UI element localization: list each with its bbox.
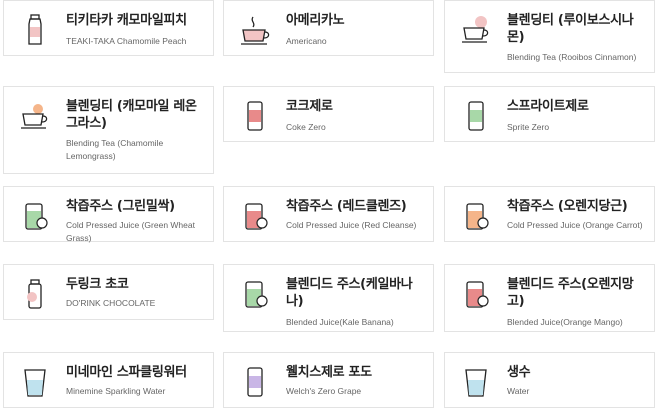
juice-jar-icon bbox=[18, 199, 52, 233]
item-name: 블렌디드 주스(케일바나나) bbox=[286, 277, 413, 309]
tea-cup-icon bbox=[18, 99, 52, 133]
menu-item-card[interactable]: 미네마인 스파클링워터 Minemine Sparkling Water bbox=[3, 352, 214, 408]
menu-item-card[interactable]: 두링크 초코 DO'RINK CHOCOLATE bbox=[3, 264, 214, 320]
item-name: 웰치스제로 포도 bbox=[286, 365, 372, 380]
tea-cup-icon bbox=[459, 13, 493, 47]
coffee-cup-icon bbox=[238, 13, 272, 47]
item-name: 블렌딩티 (루이보스시나몬) bbox=[507, 13, 634, 45]
item-name: 착즙주스 (그린밀싹) bbox=[66, 199, 175, 214]
menu-item-card[interactable]: 블렌딩티 (캐모마일 레온그라스) Blending Tea (Chamomil… bbox=[3, 86, 214, 174]
menu-item-card[interactable]: 착즙주스 (레드클렌즈) Cold Pressed Juice (Red Cle… bbox=[223, 186, 434, 242]
item-subtitle: Coke Zero bbox=[286, 122, 326, 132]
item-name: 코크제로 bbox=[286, 99, 333, 114]
item-name: 블렌딩티 (캐모마일 레온그라스) bbox=[66, 99, 197, 131]
item-subtitle: Blended Juice(Orange Mango) bbox=[507, 317, 623, 327]
menu-item-card[interactable]: 아메리카노 Americano bbox=[223, 0, 434, 56]
item-name: 스프라이트제로 bbox=[507, 99, 589, 114]
menu-item-card[interactable]: 티키타카 캐모마일피치 TEAKI-TAKA Chamomile Peach bbox=[3, 0, 214, 56]
item-subtitle: Blended Juice(Kale Banana) bbox=[286, 317, 394, 327]
menu-item-card[interactable]: 착즙주스 (그린밀싹) Cold Pressed Juice (Green Wh… bbox=[3, 186, 214, 243]
item-subtitle: Sprite Zero bbox=[507, 122, 550, 132]
item-subtitle: Americano bbox=[286, 36, 327, 46]
juice-jar-icon bbox=[238, 277, 272, 311]
item-name: 생수 bbox=[507, 365, 531, 380]
juice-jar-icon bbox=[238, 199, 272, 233]
drink-bottle-icon bbox=[18, 277, 52, 311]
item-subtitle: DO'RINK CHOCOLATE bbox=[66, 298, 156, 308]
item-name: 미네마인 스파클링워터 bbox=[66, 365, 187, 380]
menu-item-card[interactable]: 코크제로 Coke Zero bbox=[223, 86, 434, 142]
item-name: 두링크 초코 bbox=[66, 277, 129, 292]
menu-item-card[interactable]: 생수 Water bbox=[444, 352, 655, 408]
water-glass-icon bbox=[459, 365, 493, 399]
menu-item-card[interactable]: 스프라이트제로 Sprite Zero bbox=[444, 86, 655, 142]
item-name: 블렌디드 주스(오렌지망고) bbox=[507, 277, 634, 309]
item-name: 아메리카노 bbox=[286, 13, 345, 28]
can-icon bbox=[238, 99, 272, 133]
item-subtitle: TEAKI-TAKA Chamomile Peach bbox=[66, 36, 187, 46]
item-subtitle: Welch's Zero Grape bbox=[286, 386, 362, 396]
item-subtitle: Cold Pressed Juice (Green Wheat Grass) bbox=[66, 220, 195, 243]
item-subtitle: Blending Tea (Chamomile Lemongrass) bbox=[66, 138, 164, 161]
item-name: 착즙주스 (오렌지당근) bbox=[507, 199, 628, 214]
menu-item-card[interactable]: 블렌딩티 (루이보스시나몬) Blending Tea (Rooibos Cin… bbox=[444, 0, 655, 73]
item-subtitle: Cold Pressed Juice (Red Cleanse) bbox=[286, 220, 417, 230]
menu-item-card[interactable]: 착즙주스 (오렌지당근) Cold Pressed Juice (Orange … bbox=[444, 186, 655, 242]
menu-item-card[interactable]: 블렌디드 주스(케일바나나) Blended Juice(Kale Banana… bbox=[223, 264, 434, 332]
juice-jar-icon bbox=[459, 199, 493, 233]
item-subtitle: Blending Tea (Rooibos Cinnamon) bbox=[507, 52, 637, 62]
item-subtitle: Minemine Sparkling Water bbox=[66, 386, 166, 396]
menu-item-card[interactable]: 블렌디드 주스(오렌지망고) Blended Juice(Orange Mang… bbox=[444, 264, 655, 332]
bottle-icon bbox=[18, 13, 52, 47]
item-name: 티키타카 캐모마일피치 bbox=[66, 13, 187, 28]
water-glass-icon bbox=[18, 365, 52, 399]
item-subtitle: Cold Pressed Juice (Orange Carrot) bbox=[507, 220, 643, 230]
juice-jar-icon bbox=[459, 277, 493, 311]
item-name: 착즙주스 (레드클렌즈) bbox=[286, 199, 407, 214]
can-icon bbox=[459, 99, 493, 133]
item-subtitle: Water bbox=[507, 386, 530, 396]
can-icon bbox=[238, 365, 272, 399]
menu-item-card[interactable]: 웰치스제로 포도 Welch's Zero Grape bbox=[223, 352, 434, 408]
